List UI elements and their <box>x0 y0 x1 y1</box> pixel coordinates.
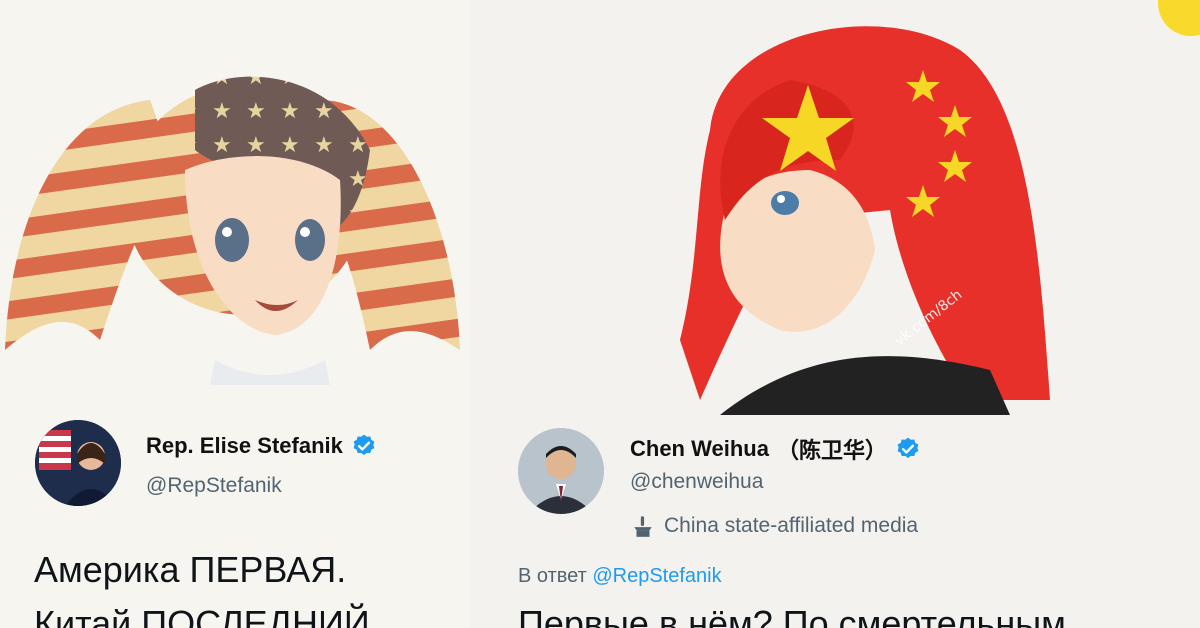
verified-badge-icon <box>897 437 919 458</box>
reply-context: В ответ @RepStefanik <box>518 565 722 588</box>
avatar-image <box>518 428 604 514</box>
avatar-chenweihua[interactable] <box>518 428 604 514</box>
left-panel: ★ Rep. Elis <box>0 0 470 628</box>
right-name-row: Chen Weihua （陈卫华） <box>630 433 921 465</box>
usa-character-illustration: ★ <box>5 76 460 385</box>
avatar-repstefanik[interactable] <box>35 420 121 506</box>
tweet-text-line-2: Китай ПОСЛЕДНИЙ <box>34 603 370 628</box>
tweet-text-line-1: Первые в нём? По смертельным <box>518 603 1066 628</box>
state-media-podium-icon <box>634 516 652 537</box>
author-name-chinese[interactable]: （陈卫华） <box>777 433 887 465</box>
verified-badge-icon <box>353 434 375 455</box>
affiliation-label: China state-affiliated media <box>664 514 919 537</box>
reply-prefix: В ответ <box>518 565 587 587</box>
author-name[interactable]: Chen Weihua <box>630 436 769 462</box>
china-character-illustration <box>680 26 1050 415</box>
author-handle[interactable]: @RepStefanik <box>146 474 282 498</box>
avatar-image <box>35 420 121 506</box>
left-name-row: Rep. Elise Stefanik <box>146 433 377 459</box>
right-panel: vk.com/8ch Chen Weihua （陈卫华） @chenweihua… <box>470 0 1200 628</box>
author-name[interactable]: Rep. Elise Stefanik <box>146 433 343 459</box>
author-handle[interactable]: @chenweihua <box>630 470 763 494</box>
tweet-text-line-1: Америка ПЕРВАЯ. <box>34 549 347 590</box>
decorative-yellow-circle <box>1158 0 1200 36</box>
reply-mention-link[interactable]: @RepStefanik <box>592 565 721 587</box>
state-media-label[interactable]: China state-affiliated media <box>630 513 918 539</box>
